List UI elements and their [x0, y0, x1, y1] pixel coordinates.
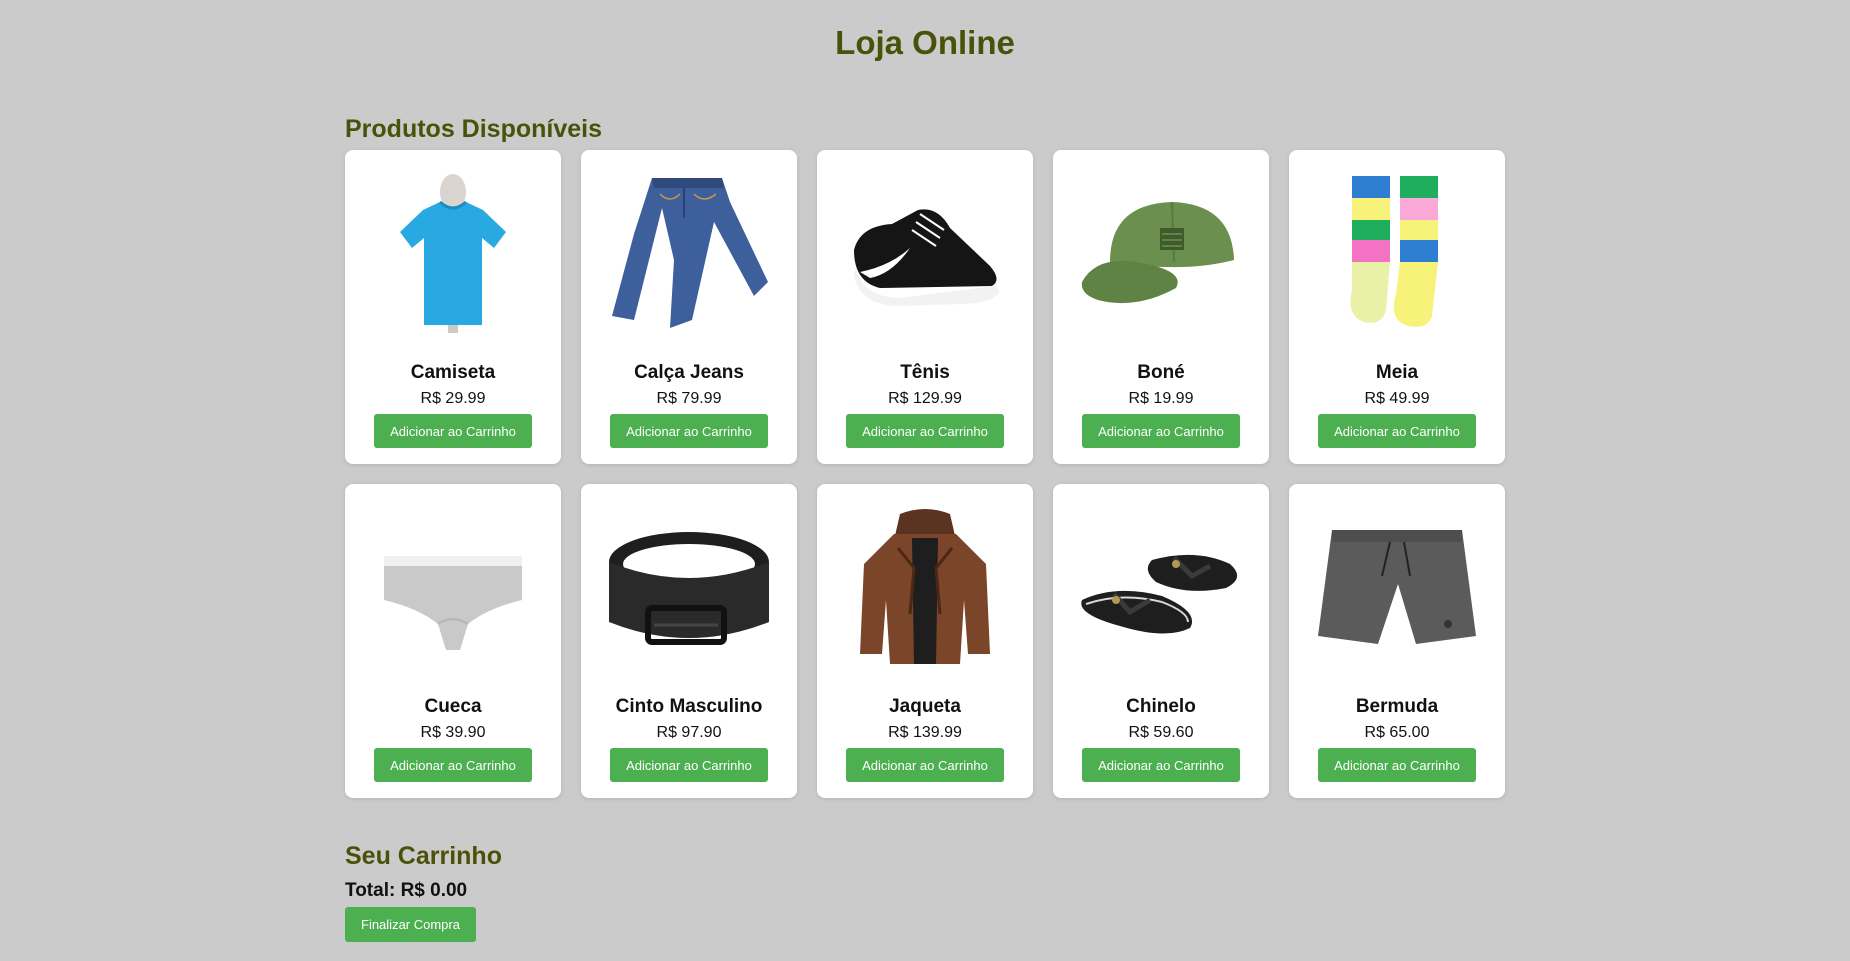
product-name: Meia [1375, 362, 1419, 383]
underwear-icon [353, 496, 553, 676]
page-title: Loja Online [835, 24, 1015, 61]
product-name: Chinelo [1126, 696, 1196, 717]
product-name: Jaqueta [889, 696, 961, 717]
add-to-cart-button[interactable]: Adicionar ao Carrinho [374, 748, 532, 782]
add-to-cart-button[interactable]: Adicionar ao Carrinho [610, 414, 768, 448]
jacket-icon [825, 496, 1025, 676]
product-name: Bermuda [1355, 696, 1439, 717]
jeans-icon [589, 162, 789, 342]
product-name: Tênis [900, 362, 950, 383]
product-card: Camiseta R$ 29.99 Adicionar ao Carrinho [345, 150, 561, 464]
add-to-cart-button[interactable]: Adicionar ao Carrinho [374, 414, 532, 448]
cart-title: Seu Carrinho [345, 842, 502, 870]
checkout-button[interactable]: Finalizar Compra [345, 907, 476, 942]
product-name: Calça Jeans [634, 362, 744, 383]
product-price: R$ 39.90 [420, 724, 486, 741]
product-grid: Camiseta R$ 29.99 Adicionar ao Carrinho … [345, 150, 1505, 798]
add-to-cart-button[interactable]: Adicionar ao Carrinho [1082, 414, 1240, 448]
belt-icon [589, 496, 789, 676]
product-price: R$ 19.99 [1128, 390, 1194, 407]
product-name: Camiseta [410, 362, 496, 383]
product-price: R$ 29.99 [420, 390, 486, 407]
product-card: Boné R$ 19.99 Adicionar ao Carrinho [1053, 150, 1269, 464]
product-price: R$ 59.60 [1128, 724, 1194, 741]
product-name: Boné [1137, 362, 1185, 383]
product-card: Bermuda R$ 65.00 Adicionar ao Carrinho [1289, 484, 1505, 798]
product-card: Jaqueta R$ 139.99 Adicionar ao Carrinho [817, 484, 1033, 798]
product-price: R$ 79.99 [656, 390, 722, 407]
product-card: Cueca R$ 39.90 Adicionar ao Carrinho [345, 484, 561, 798]
add-to-cart-button[interactable]: Adicionar ao Carrinho [846, 414, 1004, 448]
cap-icon [1061, 162, 1261, 342]
shorts-icon [1297, 496, 1497, 676]
product-card: Meia R$ 49.99 Adicionar ao Carrinho [1289, 150, 1505, 464]
cart-total: Total: R$ 0.00 [345, 880, 468, 901]
sneaker-icon [825, 162, 1025, 342]
product-name: Cinto Masculino [615, 696, 763, 717]
product-card: Chinelo R$ 59.60 Adicionar ao Carrinho [1053, 484, 1269, 798]
product-card: Tênis R$ 129.99 Adicionar ao Carrinho [817, 150, 1033, 464]
socks-icon [1297, 162, 1497, 342]
product-price: R$ 97.90 [656, 724, 722, 741]
product-price: R$ 129.99 [888, 390, 962, 407]
add-to-cart-button[interactable]: Adicionar ao Carrinho [1318, 748, 1476, 782]
product-price: R$ 49.99 [1364, 390, 1430, 407]
add-to-cart-button[interactable]: Adicionar ao Carrinho [610, 748, 768, 782]
add-to-cart-button[interactable]: Adicionar ao Carrinho [1318, 414, 1476, 448]
tshirt-icon [353, 162, 553, 342]
flip-flops-icon [1061, 496, 1261, 676]
product-card: Calça Jeans R$ 79.99 Adicionar ao Carrin… [581, 150, 797, 464]
add-to-cart-button[interactable]: Adicionar ao Carrinho [846, 748, 1004, 782]
product-card: Cinto Masculino R$ 97.90 Adicionar ao Ca… [581, 484, 797, 798]
add-to-cart-button[interactable]: Adicionar ao Carrinho [1082, 748, 1240, 782]
product-price: R$ 139.99 [888, 724, 962, 741]
product-price: R$ 65.00 [1364, 724, 1430, 741]
products-section-title: Produtos Disponíveis [345, 115, 602, 143]
product-name: Cueca [424, 696, 482, 717]
